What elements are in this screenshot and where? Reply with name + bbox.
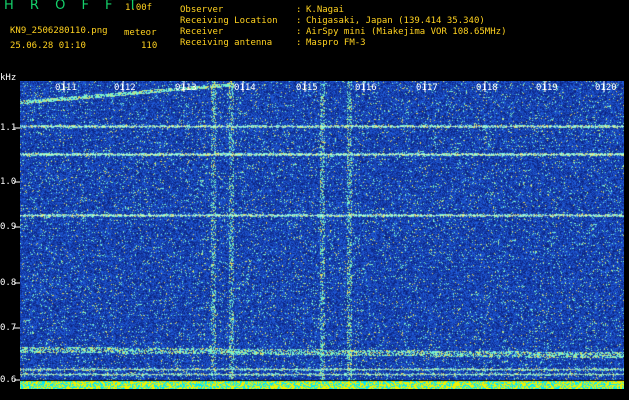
x-tick-label: 0119 (536, 83, 558, 93)
y-tick-label: 0.6 (0, 375, 17, 385)
hrofft-window: H R O F F T 1.00f KN9_2506280110.png met… (0, 0, 629, 400)
y-tick-label: 1.0 (0, 177, 17, 187)
y-tick-label: 0.9 (0, 222, 17, 232)
y-tick-label: 0.7 (0, 323, 17, 333)
x-tick-label: 0120 (595, 83, 617, 93)
x-tick-label: 0113 (175, 83, 197, 93)
y-tick-label: 1.1 (0, 123, 17, 133)
x-tick-label: 0112 (114, 83, 136, 93)
spectrogram-overlay: 0111 0112 0113 0114 0115 0116 0117 0118 0119 0120 (14, 81, 617, 381)
x-tick-label: 0117 (416, 83, 438, 93)
x-tick-label: 0115 (296, 83, 318, 93)
x-tick-label: 0118 (476, 83, 498, 93)
x-tick-label: 0111 (55, 83, 77, 93)
x-tick-label: 0114 (234, 83, 256, 93)
y-tick-label: 0.8 (0, 278, 17, 288)
x-tick-label: 0116 (355, 83, 377, 93)
